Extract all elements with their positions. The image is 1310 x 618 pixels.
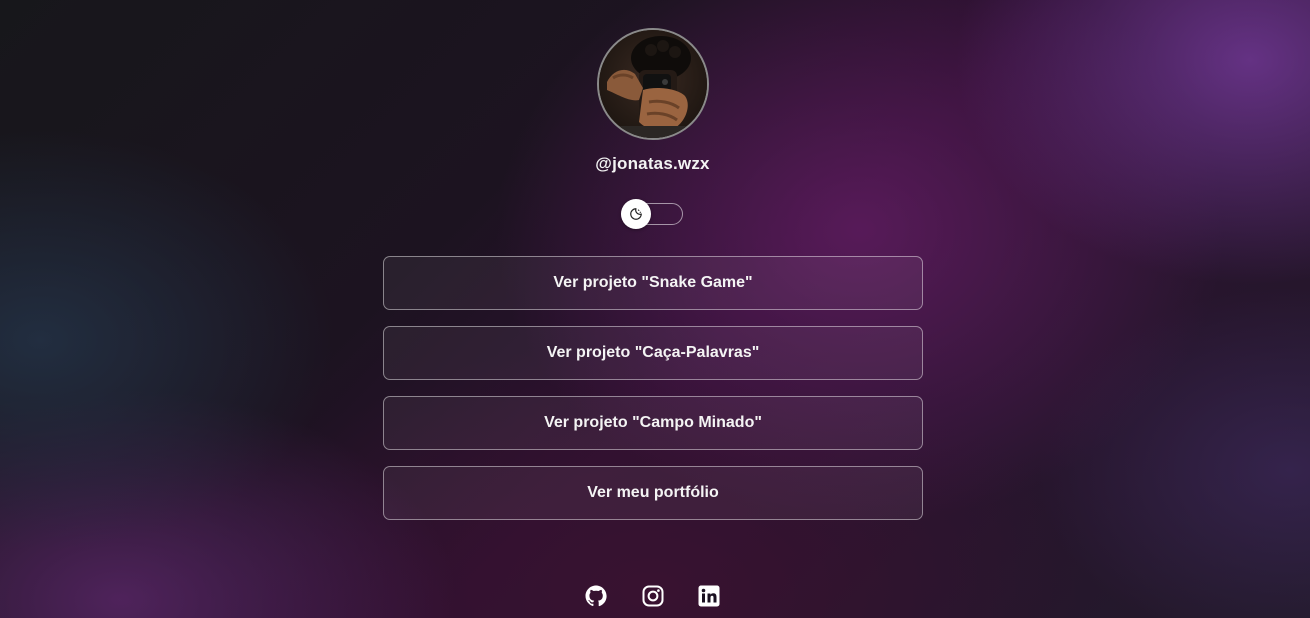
instagram-icon <box>642 585 664 607</box>
linkedin-icon <box>698 585 720 607</box>
theme-toggle[interactable] <box>621 199 683 229</box>
linkedin-link[interactable] <box>697 584 721 608</box>
instagram-link[interactable] <box>641 584 665 608</box>
github-icon <box>585 585 607 607</box>
profile-photo <box>599 30 707 138</box>
moon-icon <box>630 208 642 220</box>
github-link[interactable] <box>584 584 608 608</box>
social-links <box>584 584 724 608</box>
toggle-knob[interactable] <box>621 199 651 229</box>
links-list: Ver projeto "Snake Game" Ver projeto "Ca… <box>383 256 923 536</box>
portfolio-link-button[interactable]: Ver meu portfólio <box>383 466 923 520</box>
campo-minado-link-button[interactable]: Ver projeto "Campo Minado" <box>383 396 923 450</box>
profile-username: @jonatas.wzx <box>595 154 710 173</box>
caca-palavras-link-button[interactable]: Ver projeto "Caça-Palavras" <box>383 326 923 380</box>
snake-game-link-button[interactable]: Ver projeto "Snake Game" <box>383 256 923 310</box>
avatar <box>597 28 709 140</box>
